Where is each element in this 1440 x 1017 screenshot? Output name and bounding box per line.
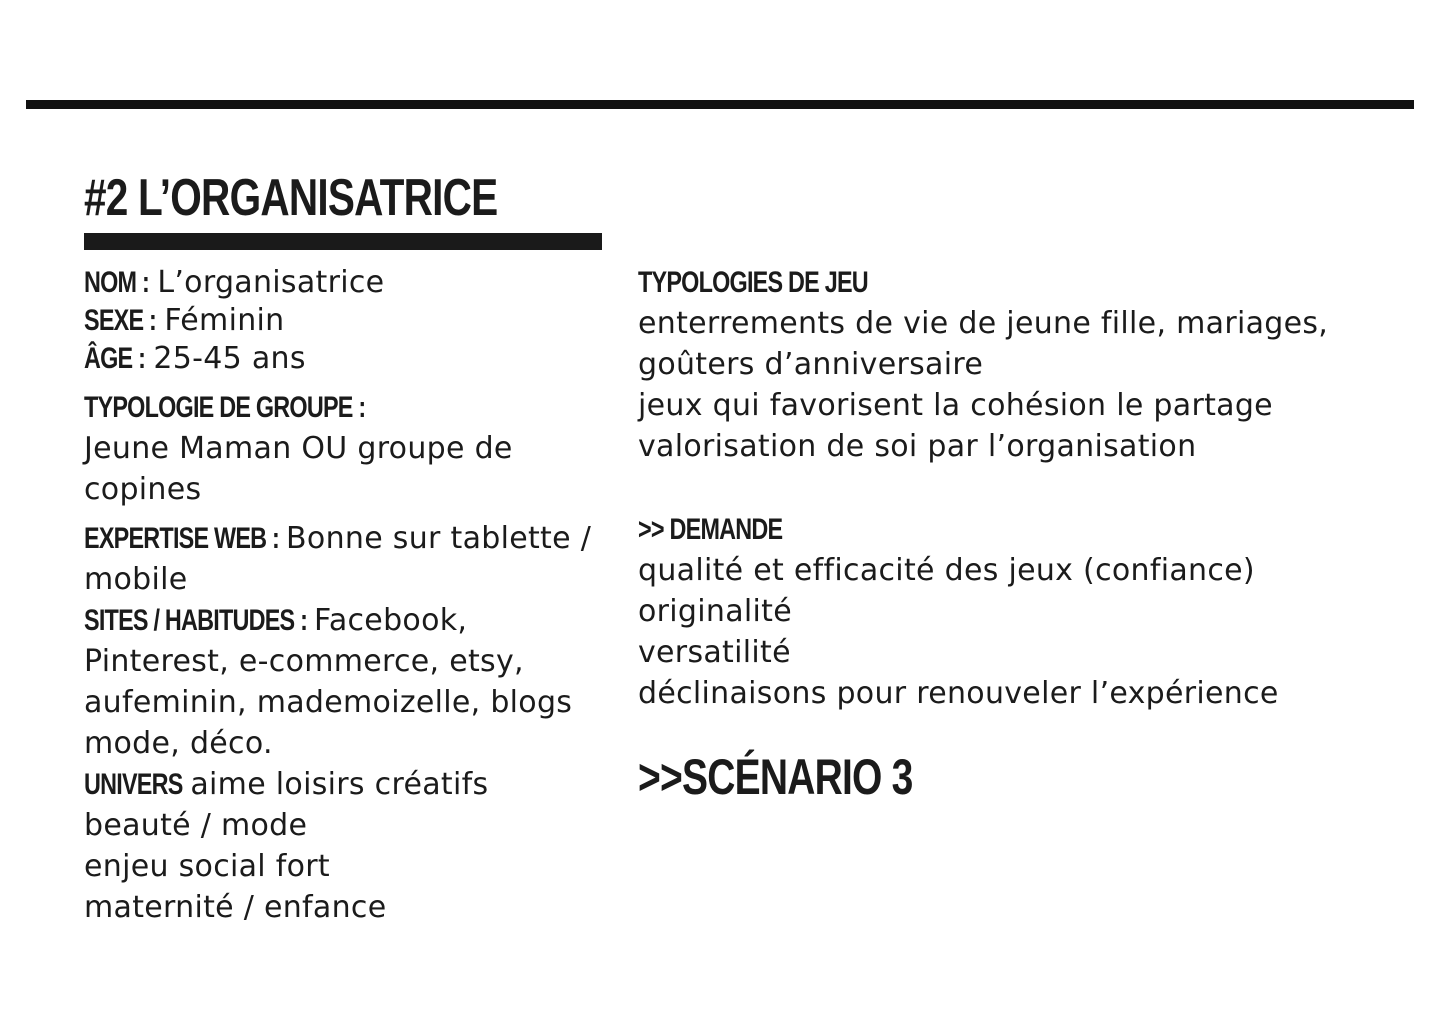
typologies-jeu-line-4: valorisation de soi par l’organisation — [638, 429, 1197, 464]
nom-label: NOM : — [84, 266, 150, 299]
groupe-line-2: copines — [84, 472, 202, 507]
expertise-line-2: mobile — [84, 562, 188, 597]
demande-line-4: déclinaisons pour renouveler l’expérienc… — [638, 676, 1279, 711]
groupe-label-row: TYPOLOGIE DE GROUPE : — [84, 387, 614, 428]
sites-line-3: aufeminin, mademoizelle, blogs — [84, 685, 573, 720]
sites-row: SITES / HABITUDES : Facebook, — [84, 600, 614, 641]
univers-label: UNIVERS — [84, 768, 183, 801]
expertise-value: Bonne sur tablette / — [286, 521, 592, 556]
expertise-label: EXPERTISE WEB : — [84, 522, 280, 555]
nom-value: L’organisatrice — [157, 265, 385, 300]
univers-value: aime loisirs créatifs — [190, 767, 489, 802]
demande-line-2: originalité — [638, 594, 792, 629]
univers-line-4: maternité / enfance — [84, 890, 387, 925]
typologies-jeu-line-1: enterrements de vie de jeune fille, mari… — [638, 306, 1329, 341]
univers-line-2: beauté / mode — [84, 808, 308, 843]
demande-line-3: versatilité — [638, 635, 791, 670]
scenario-heading: >>SCÉNARIO 3 — [638, 749, 913, 805]
sexe-value: Féminin — [164, 303, 285, 338]
title-underline — [84, 233, 602, 250]
sites-line-2: Pinterest, e-commerce, etsy, — [84, 644, 524, 679]
univers-line-3: enjeu social fort — [84, 849, 330, 884]
typologies-jeu-line-2: goûters d’anniversaire — [638, 347, 984, 382]
persona-profile-column: NOM : L’organisatrice SEXE : Féminin ÂGE :… — [84, 262, 614, 928]
typologies-jeu-label-row: TYPOLOGIES DE JEU — [638, 262, 1378, 303]
typologies-jeu-label: TYPOLOGIES DE JEU — [638, 266, 869, 299]
demande-label: >> DEMANDE — [638, 513, 783, 546]
sites-line-4: mode, déco. — [84, 726, 273, 761]
persona-needs-column: TYPOLOGIES DE JEU enterrements de vie de… — [638, 262, 1378, 806]
univers-row: UNIVERS aime loisirs créatifs — [84, 764, 614, 805]
groupe-line-1: Jeune Maman OU groupe de — [84, 431, 513, 466]
expertise-row: EXPERTISE WEB : Bonne sur tablette / — [84, 518, 614, 559]
demande-label-row: >> DEMANDE — [638, 509, 1378, 550]
sexe-row: SEXE : Féminin — [84, 300, 614, 341]
persona-title: #2 L’ORGANISATRICE — [84, 169, 498, 227]
groupe-label: TYPOLOGIE DE GROUPE : — [84, 391, 366, 424]
typologies-jeu-line-3: jeux qui favorisent la cohésion le parta… — [638, 388, 1273, 423]
nom-row: NOM : L’organisatrice — [84, 262, 614, 303]
sites-value: Facebook, — [314, 603, 468, 638]
top-divider — [26, 100, 1414, 109]
age-label: ÂGE : — [84, 342, 146, 375]
demande-line-1: qualité et efficacité des jeux (confianc… — [638, 553, 1255, 588]
age-row: ÂGE :25-45 ans — [84, 338, 614, 379]
age-value: 25-45 ans — [153, 341, 306, 376]
sexe-label: SEXE : — [84, 304, 157, 337]
sites-label: SITES / HABITUDES : — [84, 604, 308, 637]
